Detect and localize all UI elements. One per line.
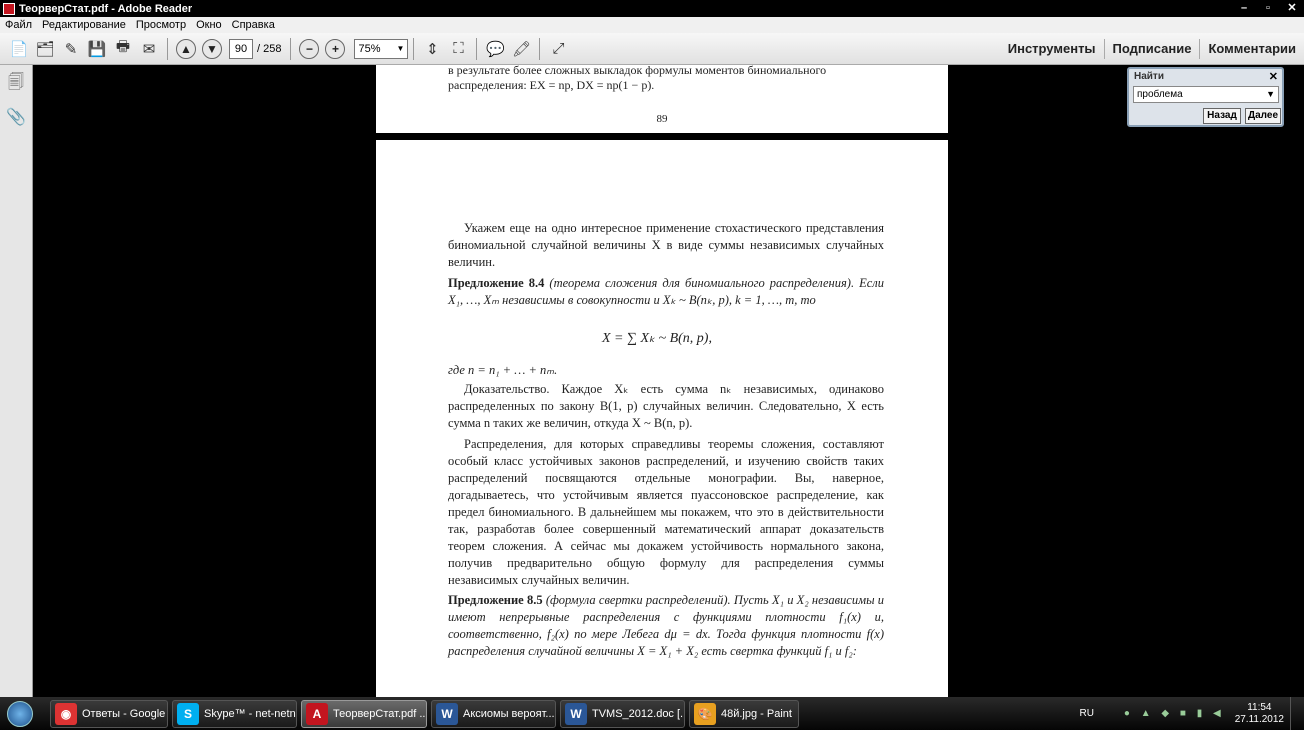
navigation-sidebar: 🗐 📎 [0,65,33,697]
highlight-icon[interactable]: 🖍 [510,38,532,60]
toolbar-divider [476,37,478,60]
zoom-select[interactable]: 75% ▼ [354,38,409,59]
start-button[interactable] [0,697,40,730]
create-pdf-icon[interactable]: 📄 [8,38,30,60]
menu-edit[interactable]: Редактирование [37,19,131,31]
email-icon[interactable]: ✉ [138,38,160,60]
menu-file[interactable]: Файл [0,19,37,31]
window-title: ТеорверСтат.pdf - Adobe Reader [19,2,193,15]
combine-files-icon[interactable]: 🗂 [34,38,56,60]
clock[interactable]: 11:54 27.11.2012 [1235,702,1284,726]
toolbar-divider [539,37,541,60]
full-screen-icon[interactable]: ⤢ [547,38,569,60]
proposition-8-4: Предложение 8.4 (теорема сложения для би… [448,275,884,309]
adobe-reader-icon [3,2,15,15]
toolbar-divider [413,37,415,60]
proposition-8-5-heading: Предложение 8.5 [448,593,543,607]
title-bar: ТеорверСтат.pdf - Adobe Reader – ▫ ✕ [0,0,1304,17]
taskbar-item-label: Skype™ - net-netno [204,707,297,720]
taskbar-item-label: ТеорверСтат.pdf ... [333,707,427,720]
word-icon: W [565,702,587,725]
previous-page-icon[interactable]: ▲ [176,38,196,59]
window-controls: – ▫ ✕ [1232,0,1304,17]
document-viewport[interactable]: в результате более сложных выкладок форм… [34,65,1304,697]
find-query: проблема [1137,89,1183,100]
proposition-8-4-heading: Предложение 8.4 [448,276,545,290]
taskbar-item-label: Ответы - Google ... [82,707,168,720]
clock-date: 27.11.2012 [1234,713,1284,725]
taskbar-item-label: TVMS_2012.doc [... [592,707,685,720]
page-number-input[interactable]: 90 [229,38,253,59]
paragraph-stable-laws: Распределения, для которых справедливы т… [448,437,884,587]
taskbar-item-label: Аксиомы вероят... [463,707,555,720]
tab-tools[interactable]: Инструменты [1000,39,1104,59]
taskbar-item[interactable]: W TVMS_2012.doc [... [560,699,685,728]
language-indicator[interactable]: RU [1079,708,1093,719]
show-desktop-button[interactable] [1290,697,1300,730]
pdf-page-89: в результате более сложных выкладок форм… [376,65,948,133]
menu-bar: Файл Редактирование Просмотр Окно Справк… [0,17,1304,33]
toolbar-divider [167,37,168,60]
right-panel-tabs: Инструменты Подписание Комментарии [1000,33,1304,65]
pdf-page-90: Укажем еще на одно интересное применение… [376,140,948,697]
skype-icon: S [177,702,199,725]
clock-time: 11:54 [1247,701,1272,713]
page-89-line-2: распределения: EX = np, DX = np(1 − p). [448,78,655,92]
taskbar-item-label: 48й.jpg - Paint [721,707,792,720]
pages-panel-icon[interactable]: 🗐 [6,71,26,93]
find-panel: Найти ✕ проблема ▼ Назад Далее [1127,67,1284,127]
find-title: Найти [1134,71,1164,82]
minimize-button[interactable]: – [1232,0,1256,17]
comment-icon[interactable]: 💬 [484,38,506,60]
close-icon[interactable]: ✕ [1269,70,1278,83]
windows-logo-icon [7,700,33,727]
save-icon[interactable]: 💾 [86,38,108,60]
page-total: / 258 [257,42,282,55]
maximize-button[interactable]: ▫ [1256,0,1280,17]
zoom-in-icon[interactable]: + [325,38,346,59]
paint-icon: 🎨 [694,702,716,725]
chrome-icon: ◉ [55,702,77,725]
page-number-label: 89 [656,113,668,125]
formula-where-line: где n = n₁ + … + nₘ. [448,363,558,377]
print-icon[interactable]: 🖶 [112,38,134,60]
system-tray: RU ● ▲ ◆ ■ ▮ ◀ 11:54 27.11.2012 [1079,697,1300,730]
taskbar: ◉ Ответы - Google ... S Skype™ - net-netno A… [0,697,1304,730]
toolbar: 📄 🗂 ✎ 💾 🖶 ✉ ▲ ▼ 90 / 258 − + 75% ▼ ⇕ ⛶ 💬… [0,33,1304,65]
taskbar-item[interactable]: 🎨 48й.jpg - Paint [689,699,799,728]
tray-icons[interactable]: ● ▲ ◆ ■ ▮ ◀ [1124,708,1225,719]
paragraph-intro: Укажем еще на одно интересное применение… [448,221,884,269]
close-button[interactable]: ✕ [1280,0,1304,17]
menu-help[interactable]: Справка [227,19,280,31]
menu-view[interactable]: Просмотр [131,19,191,31]
zoom-out-icon[interactable]: − [299,38,320,59]
edit-icon[interactable]: ✎ [60,38,82,60]
taskbar-item[interactable]: A ТеорверСтат.pdf ... [301,699,427,728]
find-input[interactable]: проблема ▼ [1133,86,1279,103]
attachments-paperclip-icon[interactable]: 📎 [6,107,26,129]
formula-binomial-sum: X = ∑ Xₖ ~ B(n, p), [602,331,712,346]
chevron-down-icon: ▼ [396,44,405,53]
proposition-8-5: Предложение 8.5 (формула свертки распред… [448,592,884,660]
chevron-down-icon[interactable]: ▼ [1266,87,1275,102]
find-back-button[interactable]: Назад [1203,108,1241,124]
fit-width-icon[interactable]: ⛶ [447,38,469,60]
taskbar-item[interactable]: ◉ Ответы - Google ... [50,699,168,728]
taskbar-item[interactable]: W Аксиомы вероят... [431,699,556,728]
word-icon: W [436,702,458,725]
next-page-icon[interactable]: ▼ [202,38,222,59]
zoom-value: 75% [358,42,381,55]
taskbar-item[interactable]: S Skype™ - net-netno [172,699,297,728]
tab-comment[interactable]: Комментарии [1199,39,1304,59]
proof-paragraph: Доказательство. Каждое Xₖ есть сумма nₖ … [448,382,884,430]
menu-window[interactable]: Окно [191,19,227,31]
toolbar-divider [290,37,292,60]
fit-page-icon[interactable]: ⇕ [421,38,443,60]
find-next-button[interactable]: Далее [1245,108,1281,124]
taskbar-items: ◉ Ответы - Google ... S Skype™ - net-netno A… [48,699,801,728]
tab-sign[interactable]: Подписание [1103,39,1200,59]
pdf-icon: A [306,702,328,725]
